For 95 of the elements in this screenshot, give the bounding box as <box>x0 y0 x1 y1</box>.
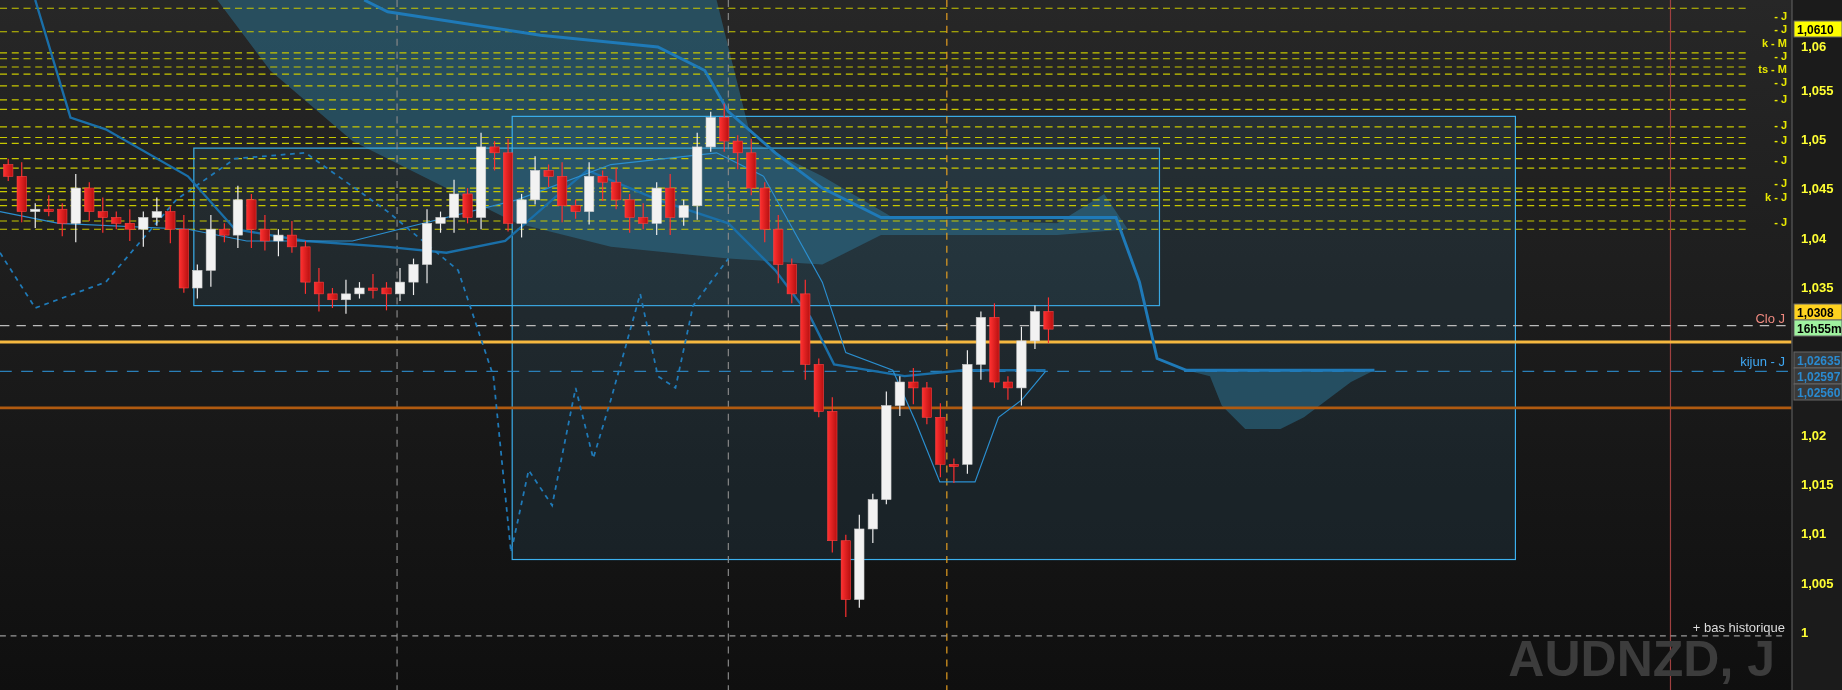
candlestick <box>300 240 311 295</box>
candlestick <box>1043 296 1054 344</box>
line-label: - J <box>1774 134 1787 146</box>
line-label: ts - M <box>1758 63 1787 75</box>
candlestick <box>611 167 622 210</box>
candlestick <box>395 267 405 302</box>
candlestick <box>908 367 919 405</box>
axis-tick-label: 1,06 <box>1801 39 1827 55</box>
candlestick <box>1029 305 1040 350</box>
candlestick <box>16 161 27 223</box>
candlestick <box>368 273 378 300</box>
candlestick <box>381 281 392 311</box>
candlestick <box>773 214 784 284</box>
candlestick <box>489 140 500 172</box>
candlestick <box>70 173 81 243</box>
candlestick <box>651 181 662 236</box>
axis-tick-label: 1,035 <box>1801 279 1834 295</box>
price-tag: 1,02597 <box>1793 367 1842 385</box>
price-tag: 1,02560 <box>1793 383 1842 401</box>
axis-tick-label: 1,04 <box>1801 230 1827 246</box>
candlestick <box>813 357 824 418</box>
price-tag: 1,02635 <box>1793 351 1842 369</box>
candlestick <box>111 211 122 230</box>
line-label: k - J <box>1765 191 1787 203</box>
axis-tick-label: 1 <box>1801 625 1809 640</box>
candlestick <box>246 193 257 249</box>
candlestick <box>530 155 541 206</box>
candlestick <box>259 214 270 251</box>
candlestick <box>273 228 284 257</box>
candlestick <box>732 134 743 170</box>
candlestick <box>313 267 324 313</box>
axis-tick-label: 1,02 <box>1801 427 1827 443</box>
candlestick <box>192 263 203 300</box>
candlestick <box>30 202 41 229</box>
candlestick <box>638 202 649 230</box>
line-label: - J <box>1774 76 1787 88</box>
candlestick <box>462 187 473 224</box>
candlestick <box>665 173 676 236</box>
candlestick <box>165 205 176 244</box>
candlestick <box>584 161 595 226</box>
line-annotation: Clo J <box>1755 311 1785 326</box>
candlestick <box>597 169 608 202</box>
candlestick <box>232 185 243 249</box>
candlestick <box>557 161 568 223</box>
axis-tick-label: 1,055 <box>1801 82 1834 98</box>
candlestick <box>921 381 932 425</box>
candlestick <box>124 208 135 242</box>
candlestick <box>43 194 54 217</box>
line-label: - J <box>1774 177 1787 189</box>
candlestick <box>719 102 730 153</box>
candlestick <box>759 181 770 243</box>
line-label: - J <box>1774 93 1787 105</box>
line-label: - J <box>1774 216 1787 228</box>
candlestick <box>354 281 365 300</box>
line-annotation: kijun - J <box>1740 354 1785 369</box>
candlestick <box>286 220 297 254</box>
line-label: k - M <box>1761 37 1787 49</box>
candlestick <box>449 179 460 234</box>
candlestick <box>340 279 351 315</box>
candlestick <box>624 193 635 234</box>
candlestick <box>705 111 716 153</box>
line-label: - J <box>1774 10 1787 22</box>
price-tag: 16h55m <box>1793 319 1842 337</box>
candlestick <box>435 211 446 234</box>
axis-tick-label: 1,01 <box>1801 526 1827 542</box>
candlestick <box>867 493 878 544</box>
candlestick <box>151 196 162 227</box>
candlestick <box>1002 375 1013 401</box>
candlestick <box>219 222 230 243</box>
candlestick <box>948 457 959 484</box>
axis-tick-label: 1,05 <box>1801 132 1827 147</box>
line-label: - J <box>1774 50 1787 62</box>
candlestick <box>516 193 527 239</box>
axis-tick-label: 1,045 <box>1801 181 1834 197</box>
candlestick <box>84 181 95 222</box>
axis-tick-label: 1,005 <box>1801 575 1834 591</box>
price-tag: 1,0308 <box>1793 303 1842 321</box>
candlestick <box>543 164 554 188</box>
line-label: - J <box>1774 119 1787 131</box>
candlestick <box>678 199 689 227</box>
candlestick <box>408 258 419 296</box>
candlestick <box>138 211 149 248</box>
line-label: - J <box>1774 154 1787 166</box>
candlestick <box>97 196 108 234</box>
candlestick <box>327 287 338 309</box>
candlestick <box>570 199 581 220</box>
candlestick <box>975 310 986 381</box>
axis-tick-label: 1,015 <box>1801 477 1834 493</box>
candlestick <box>786 258 797 304</box>
line-label: - J <box>1774 23 1787 35</box>
candlestick <box>57 202 68 237</box>
price-tag: 1,0610 <box>1793 20 1842 38</box>
candlestick <box>3 158 14 182</box>
candlestick <box>894 375 905 417</box>
candlestick <box>746 138 757 196</box>
